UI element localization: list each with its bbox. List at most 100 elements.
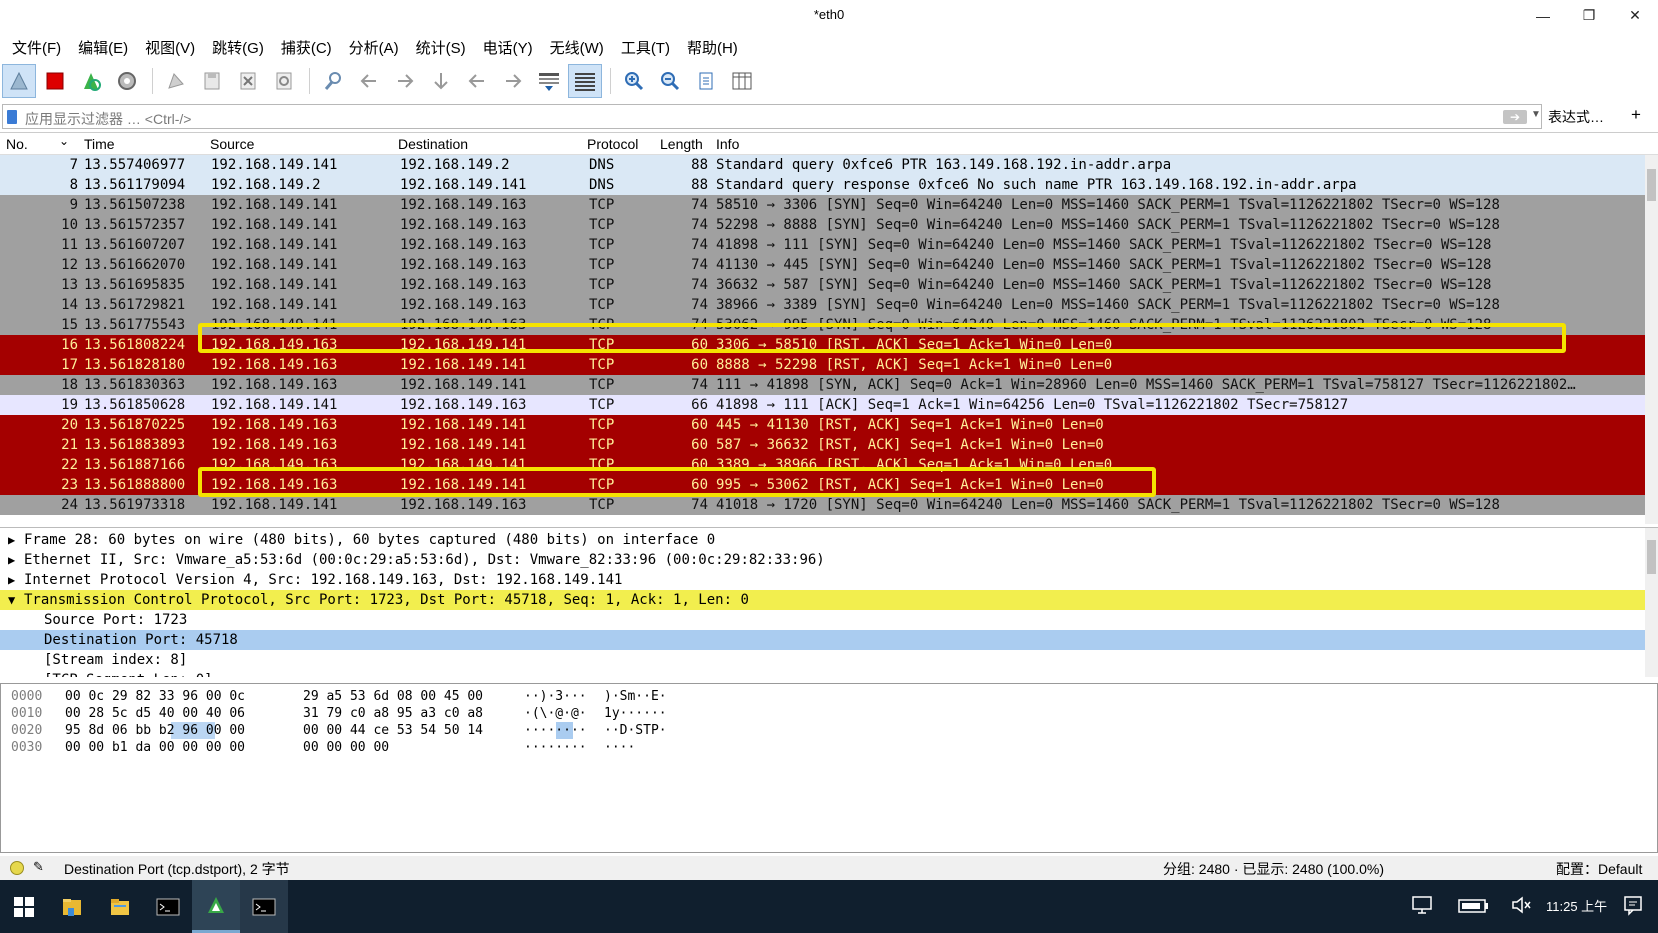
add-filter-button[interactable]: + [1631, 105, 1641, 125]
apply-filter-icon[interactable]: ➔ [1503, 110, 1527, 124]
go-last-icon[interactable] [496, 64, 530, 98]
bytes-ascii-b[interactable]: )·Sm··E· [604, 688, 667, 705]
go-forward-icon[interactable] [388, 64, 422, 98]
packet-row[interactable]: 17 13.561828180 192.168.149.163 192.168.149… [0, 355, 1645, 375]
bytes-hex-a[interactable]: 00 00 b1 da 00 00 00 00 [65, 739, 245, 756]
column-destination[interactable]: Destination [398, 136, 468, 152]
column-time[interactable]: Time [84, 136, 115, 152]
status-profile[interactable]: 配置：Default [1556, 859, 1642, 879]
bytes-ascii-a[interactable]: ········ [524, 739, 587, 756]
start-menu-icon[interactable] [0, 880, 48, 933]
menu-analyze[interactable]: 分析(A) [343, 33, 405, 61]
bytes-ascii-a[interactable]: ·(\·@·@· [524, 705, 587, 722]
bytes-hex-b[interactable]: 00 00 00 00 [303, 739, 389, 756]
detail-row[interactable]: ▶ Internet Protocol Version 4, Src: 192.1… [0, 570, 1645, 590]
expert-info-icon[interactable] [10, 861, 24, 875]
find-packet-icon[interactable] [316, 64, 350, 98]
taskbar-clock[interactable]: 11:25 上午 [1546, 896, 1607, 915]
packet-row[interactable]: 10 13.561572357 192.168.149.141 192.168.149… [0, 215, 1645, 235]
normal-size-icon[interactable] [689, 64, 723, 98]
restore-button[interactable]: ❐ [1566, 0, 1612, 31]
column-source[interactable]: Source [210, 136, 254, 152]
menu-statistics[interactable]: 统计(S) [410, 33, 472, 61]
bytes-hex-b[interactable]: 00 00 44 ce 53 54 50 14 [303, 722, 483, 739]
close-file-icon[interactable] [231, 64, 265, 98]
detail-row[interactable]: ▼ Transmission Control Protocol, Src Port… [0, 590, 1645, 610]
filter-history-icon[interactable]: ▼ [1531, 109, 1541, 120]
menu-go[interactable]: 跳转(G) [206, 33, 270, 61]
resize-columns-icon[interactable] [725, 64, 759, 98]
autoscroll-icon[interactable] [532, 64, 566, 98]
capture-comment-icon[interactable]: ✎ [33, 859, 44, 875]
packet-list-scrollbar[interactable] [1645, 155, 1658, 524]
packet-row[interactable]: 14 13.561729821 192.168.149.141 192.168.149… [0, 295, 1645, 315]
stop-capture-icon[interactable] [38, 64, 72, 98]
menu-file[interactable]: 文件(F) [6, 33, 67, 61]
expression-button[interactable]: 表达式… [1548, 107, 1604, 127]
detail-row[interactable]: Destination Port: 45718 [0, 630, 1645, 650]
open-file-icon[interactable] [159, 64, 193, 98]
close-button[interactable]: ✕ [1612, 0, 1658, 31]
packet-list-scroll-thumb[interactable] [1647, 169, 1656, 201]
bytes-hex-a[interactable]: 95 8d 06 bb b2 96 00 00 [65, 722, 245, 739]
menu-help[interactable]: 帮助(H) [681, 33, 744, 61]
details-scrollbar[interactable] [1645, 528, 1658, 677]
menu-edit[interactable]: 编辑(E) [72, 33, 134, 61]
reload-file-icon[interactable] [267, 64, 301, 98]
detail-row[interactable]: ▶ Ethernet II, Src: Vmware_a5:53:6d (00:0… [0, 550, 1645, 570]
restart-capture-icon[interactable] [74, 64, 108, 98]
menu-wireless[interactable]: 无线(W) [544, 33, 610, 61]
expand-arrow-icon[interactable]: ▶ [8, 570, 15, 590]
packet-row[interactable]: 8 13.561179094 192.168.149.2 192.168.149.14… [0, 175, 1645, 195]
detail-row[interactable]: [TCP Segment Len: 0] [0, 670, 1645, 677]
bytes-hex-a[interactable]: 00 0c 29 82 33 96 00 0c [65, 688, 245, 705]
bookmark-icon[interactable] [7, 110, 17, 124]
bytes-hex-a[interactable]: 00 28 5c d5 40 00 40 06 [65, 705, 245, 722]
sort-chevron-icon[interactable]: ⌄ [59, 134, 69, 148]
shark-fin-start-icon[interactable] [2, 64, 36, 98]
collapse-arrow-icon[interactable]: ▼ [8, 590, 15, 610]
packet-row[interactable]: 9 13.561507238 192.168.149.141 192.168.149.… [0, 195, 1645, 215]
menu-capture[interactable]: 捕获(C) [275, 33, 338, 61]
wireshark-taskbar-icon[interactable] [192, 880, 240, 933]
bytes-hex-b[interactable]: 31 79 c0 a8 95 a3 c0 a8 [303, 705, 483, 722]
detail-row[interactable]: [Stream index: 8] [0, 650, 1645, 670]
packet-row[interactable]: 20 13.561870225 192.168.149.163 192.168.149… [0, 415, 1645, 435]
packet-row[interactable]: 19 13.561850628 192.168.149.141 192.168.149… [0, 395, 1645, 415]
file-explorer-icon[interactable] [48, 880, 96, 933]
packet-row[interactable]: 11 13.561607207 192.168.149.141 192.168.149… [0, 235, 1645, 255]
detail-row[interactable]: Source Port: 1723 [0, 610, 1645, 630]
detail-row[interactable]: ▶ Frame 28: 60 bytes on wire (480 bits), … [0, 530, 1645, 550]
bytes-ascii-b[interactable]: ···· [604, 739, 635, 756]
go-back-icon[interactable] [352, 64, 386, 98]
packet-row[interactable]: 13 13.561695835 192.168.149.141 192.168.149… [0, 275, 1645, 295]
column-no[interactable]: No. [6, 136, 28, 152]
column-length[interactable]: Length [660, 136, 703, 152]
column-protocol[interactable]: Protocol [587, 136, 638, 152]
go-to-packet-icon[interactable] [424, 64, 458, 98]
terminal-icon[interactable] [144, 880, 192, 933]
details-scroll-thumb[interactable] [1647, 540, 1656, 574]
minimize-button[interactable]: — [1520, 0, 1566, 31]
colorize-icon[interactable] [568, 64, 602, 98]
capture-options-icon[interactable] [110, 64, 144, 98]
column-info[interactable]: Info [716, 136, 739, 152]
volume-muted-icon[interactable] [1510, 894, 1532, 919]
bytes-hex-b[interactable]: 29 a5 53 6d 08 00 45 00 [303, 688, 483, 705]
packet-row[interactable]: 12 13.561662070 192.168.149.141 192.168.149… [0, 255, 1645, 275]
menu-view[interactable]: 视图(V) [139, 33, 201, 61]
packet-row[interactable]: 7 13.557406977 192.168.149.141 192.168.149.… [0, 155, 1645, 175]
go-first-icon[interactable] [460, 64, 494, 98]
save-file-icon[interactable] [195, 64, 229, 98]
bytes-ascii-b[interactable]: ··D·STP· [604, 722, 667, 739]
terminal-2-icon[interactable] [240, 880, 288, 933]
expand-arrow-icon[interactable]: ▶ [8, 530, 15, 550]
display-filter-input[interactable]: 应用显示过滤器 … <Ctrl-/> ➔ ▼ [2, 104, 1542, 129]
packet-row[interactable]: 18 13.561830363 192.168.149.163 192.168.149… [0, 375, 1645, 395]
zoom-in-icon[interactable] [617, 64, 651, 98]
bytes-ascii-a[interactable]: ··)·3··· [524, 688, 587, 705]
notifications-icon[interactable] [1622, 894, 1644, 919]
network-icon[interactable] [1411, 894, 1433, 919]
folder-icon[interactable] [96, 880, 144, 933]
menu-telephony[interactable]: 电话(Y) [477, 33, 539, 61]
